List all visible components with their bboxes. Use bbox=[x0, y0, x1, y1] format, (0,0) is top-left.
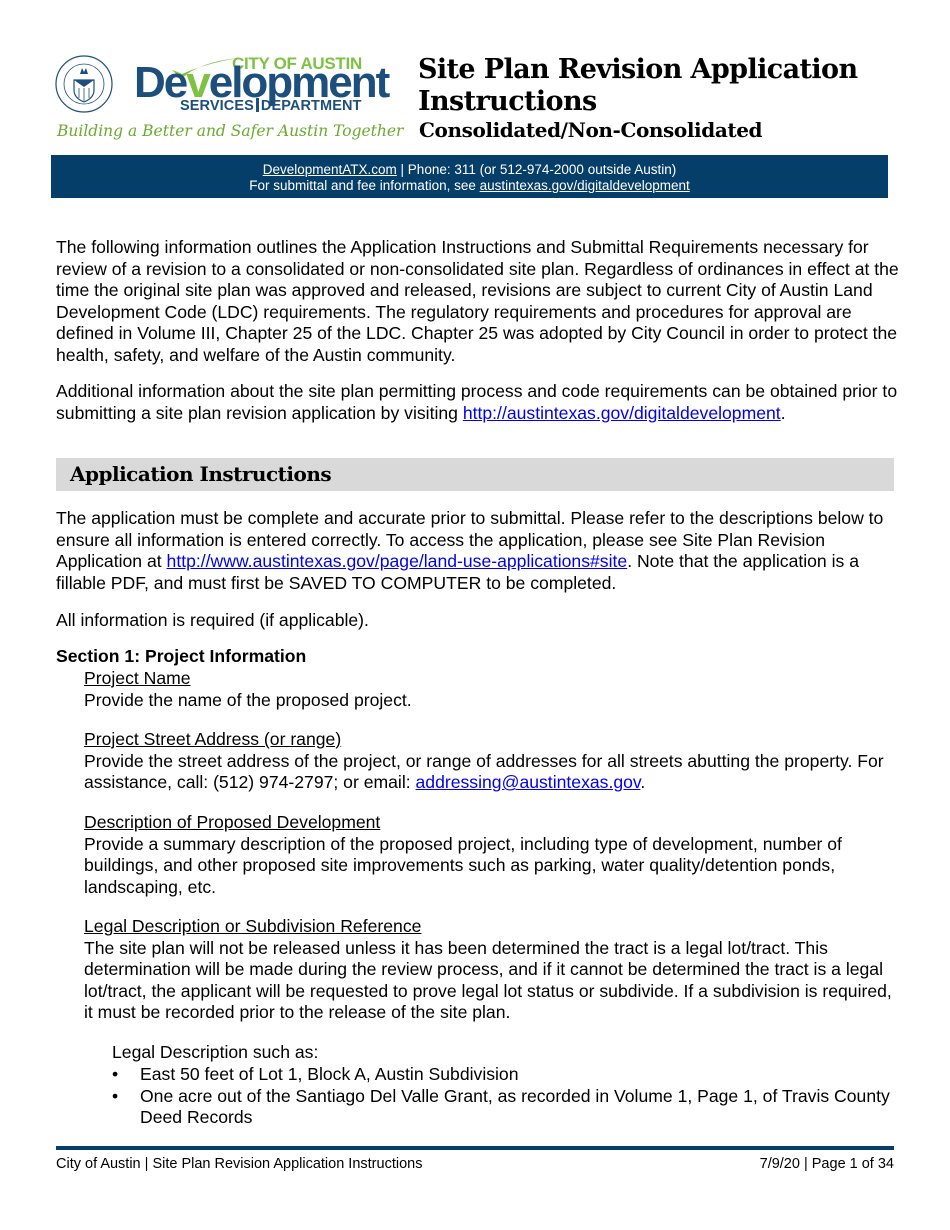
title-line-1: Site Plan Revision Application bbox=[418, 54, 858, 85]
intro-paragraph-2: Additional information about the site pl… bbox=[56, 381, 901, 424]
legal-description-label: Legal Description or Subdivision Referen… bbox=[84, 916, 422, 936]
proposed-development-item: Description of Proposed Development Prov… bbox=[84, 812, 899, 898]
logo-development-de: De bbox=[134, 58, 188, 107]
contact-band-line-1: DevelopmentATX.com | Phone: 311 (or 512-… bbox=[51, 162, 888, 178]
footer-page-info: 7/9/20 | Page 1 of 34 bbox=[759, 1156, 894, 1172]
footer-divider bbox=[56, 1146, 894, 1150]
title-line-2: Instructions bbox=[418, 86, 597, 117]
legal-examples-intro: Legal Description such as: bbox=[112, 1042, 319, 1062]
document-title: Site Plan Revision Application Instructi… bbox=[418, 54, 898, 118]
legal-description-text: The site plan will not be released unles… bbox=[84, 937, 892, 1023]
application-paragraph-2: All information is required (if applicab… bbox=[56, 610, 369, 630]
project-name-label: Project Name bbox=[84, 668, 191, 688]
document-subtitle: Consolidated/Non-Consolidated bbox=[419, 118, 763, 142]
application-instructions-header: Application Instructions bbox=[56, 458, 894, 491]
project-address-text: Provide the street address of the projec… bbox=[84, 751, 899, 794]
city-seal-icon bbox=[54, 54, 114, 114]
project-address-text-end: . bbox=[640, 772, 646, 793]
proposed-development-text: Provide a summary description of the pro… bbox=[84, 833, 842, 897]
legal-description-item: Legal Description or Subdivision Referen… bbox=[84, 916, 899, 1024]
addressing-email-link[interactable]: addressing@austintexas.gov bbox=[416, 772, 641, 792]
legal-example-item: One acre out of the Santiago Del Valle G… bbox=[110, 1086, 900, 1129]
contact-band: DevelopmentATX.com | Phone: 311 (or 512-… bbox=[51, 155, 888, 198]
application-paragraph-1: The application must be complete and acc… bbox=[56, 508, 901, 594]
project-name-item: Project Name Provide the name of the pro… bbox=[84, 668, 899, 711]
project-address-label: Project Street Address (or range) bbox=[84, 729, 342, 749]
logo-department: DEPARTMENT bbox=[260, 98, 362, 114]
proposed-development-label: Description of Proposed Development bbox=[84, 812, 381, 832]
contact-band-line-2: For submittal and fee information, see a… bbox=[51, 178, 888, 194]
logo-services-department: SERVICES DEPARTMENT bbox=[180, 98, 362, 114]
logo-tagline: Building a Better and Safer Austin Toget… bbox=[57, 122, 404, 140]
project-name-text: Provide the name of the proposed project… bbox=[84, 689, 412, 710]
phone-text: | Phone: 311 (or 512-974-2000 outside Au… bbox=[396, 162, 677, 177]
digital-development-band-link[interactable]: austintexas.gov/digitaldevelopment bbox=[480, 178, 690, 193]
section-1-heading: Section 1: Project Information bbox=[56, 646, 307, 666]
submittal-info-text: For submittal and fee information, see bbox=[249, 178, 480, 193]
legal-examples-list: East 50 feet of Lot 1, Block A, Austin S… bbox=[110, 1064, 900, 1129]
logo-divider bbox=[255, 98, 259, 112]
logo-services: SERVICES bbox=[180, 98, 254, 114]
land-use-applications-link[interactable]: http://www.austintexas.gov/page/land-use… bbox=[167, 551, 628, 571]
application-instructions-heading: Application Instructions bbox=[70, 462, 332, 486]
developmentatx-link[interactable]: DevelopmentATX.com bbox=[263, 162, 397, 177]
intro-paragraph-1: The following information outlines the A… bbox=[56, 237, 899, 365]
legal-example-item: East 50 feet of Lot 1, Block A, Austin S… bbox=[110, 1064, 900, 1086]
intro-paragraph-2-end: . bbox=[780, 402, 786, 423]
footer-document-name: City of Austin | Site Plan Revision Appl… bbox=[56, 1156, 423, 1172]
digital-development-link[interactable]: http://austintexas.gov/digitaldevelopmen… bbox=[463, 403, 781, 423]
project-address-item: Project Street Address (or range) Provid… bbox=[84, 729, 899, 794]
